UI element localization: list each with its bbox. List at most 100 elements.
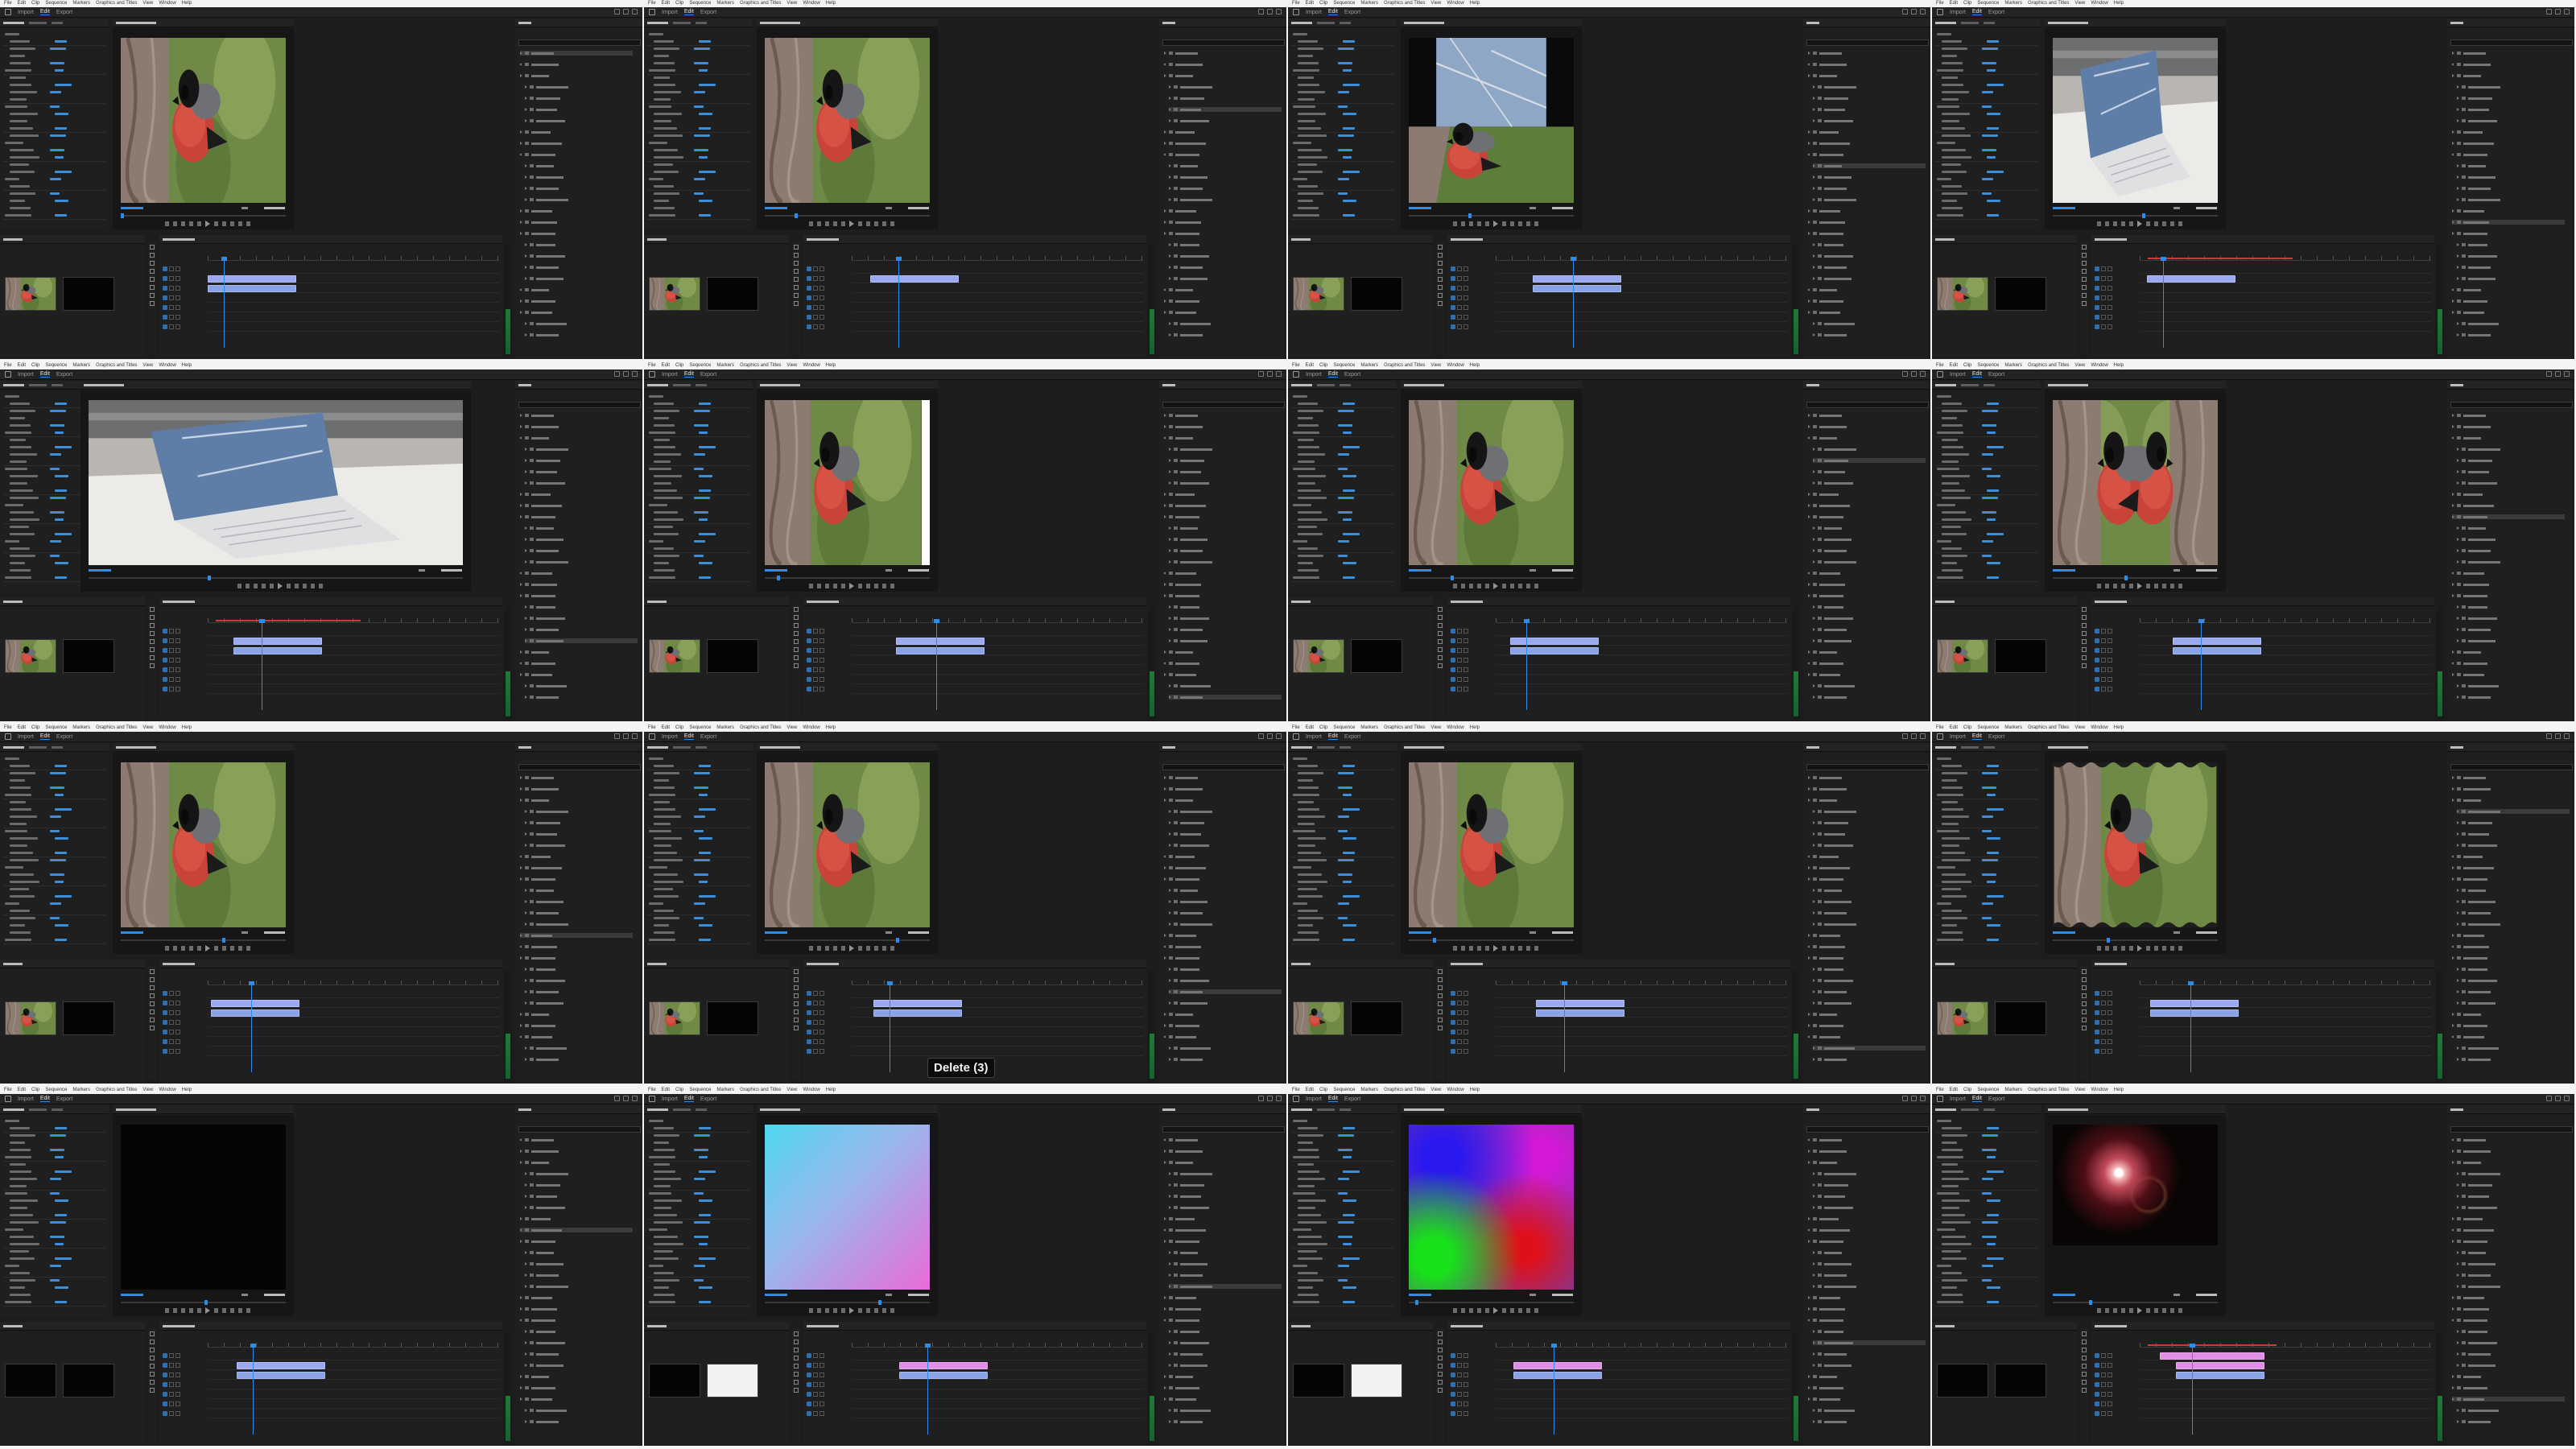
menu-window[interactable]: Window [159,0,175,7]
effects-list-item[interactable] [1169,559,1282,564]
disclosure-triangle-icon[interactable] [1808,209,1810,213]
effects-list-item[interactable] [525,265,638,270]
effects-list-item[interactable] [2457,922,2570,927]
effects-list-item[interactable] [1164,152,1277,157]
step-forward-button[interactable] [857,1308,862,1313]
progress-icon[interactable] [623,1096,629,1101]
disclosure-triangle-icon[interactable] [2457,968,2459,971]
disclosure-triangle-icon[interactable] [2457,1172,2459,1175]
video-frame[interactable] [1409,762,1574,927]
effects-search-input[interactable] [518,402,641,408]
effects-list-item[interactable] [520,514,633,519]
eye-icon[interactable] [2107,638,2112,643]
effects-list-item[interactable] [2457,1001,2570,1005]
tab-import[interactable]: Import [662,734,678,740]
disclosure-triangle-icon[interactable] [2452,52,2454,55]
eye-icon[interactable] [1463,658,1468,663]
menu-graphics-and-titles[interactable]: Graphics and Titles [96,724,137,732]
effects-list-item[interactable] [520,1295,633,1300]
effects-search-input[interactable] [2450,764,2573,770]
property-value[interactable] [1338,540,1349,543]
disclosure-triangle-icon[interactable] [1813,470,1815,473]
disclosure-triangle-icon[interactable] [1169,684,1171,687]
disclosure-triangle-icon[interactable] [1164,877,1166,881]
disclosure-triangle-icon[interactable] [2452,673,2454,676]
effects-list-item[interactable] [520,865,633,870]
eye-icon[interactable] [1463,1353,1468,1358]
ripple-tool-icon[interactable] [794,623,799,628]
project-thumbnail[interactable] [1995,277,2046,311]
disclosure-triangle-icon[interactable] [1164,493,1166,496]
disclosure-triangle-icon[interactable] [1813,97,1815,100]
sequence-tab[interactable] [163,1324,195,1327]
track-target-toggle[interactable] [2095,1049,2099,1054]
disclosure-triangle-icon[interactable] [2457,1251,2459,1254]
disclosure-triangle-icon[interactable] [1164,1024,1166,1027]
effects-list-item[interactable] [1813,1340,1926,1345]
disclosure-triangle-icon[interactable] [2452,1161,2454,1164]
ripple-tool-icon[interactable] [2082,985,2087,990]
panel-tab-2[interactable] [1340,383,1351,386]
fullscreen-icon[interactable] [1276,1096,1282,1101]
property-value[interactable] [694,1134,710,1137]
effects-list-item[interactable] [1169,332,1282,337]
panel-tab-1[interactable] [29,1108,47,1111]
property-value[interactable] [1982,1149,1996,1151]
timeline-ruler[interactable] [2140,618,2431,623]
razor-tool-icon[interactable] [1438,269,1443,274]
selection-tool-icon[interactable] [794,969,799,974]
disclosure-triangle-icon[interactable] [1808,1035,1810,1038]
menu-clip[interactable]: Clip [1319,0,1327,7]
overwrite-button[interactable] [881,221,886,226]
marker-button[interactable] [2096,584,2101,588]
property-value[interactable] [1343,431,1352,434]
property-value[interactable] [50,873,64,876]
project-thumbnail[interactable] [1293,1001,1344,1035]
property-value[interactable] [55,1199,68,1202]
property-value[interactable] [1982,830,1992,832]
menu-markers[interactable]: Markers [2004,1087,2022,1094]
property-value[interactable] [694,1279,704,1282]
disclosure-triangle-icon[interactable] [1164,572,1166,575]
track-select-tool-icon[interactable] [150,615,155,620]
disclosure-triangle-icon[interactable] [525,1001,527,1005]
disclosure-triangle-icon[interactable] [520,956,522,960]
disclosure-triangle-icon[interactable] [1813,1058,1815,1061]
disclosure-triangle-icon[interactable] [525,538,527,541]
track-target-toggle[interactable] [163,305,167,310]
effects-list-item[interactable] [1164,1318,1277,1323]
playhead[interactable] [2161,257,2166,348]
track-target-toggle[interactable] [163,1402,167,1406]
property-value[interactable] [1338,497,1354,499]
panel-tab-0[interactable] [3,383,24,386]
disclosure-triangle-icon[interactable] [1813,1251,1815,1254]
project-thumbnail[interactable] [1937,277,1988,311]
disclosure-triangle-icon[interactable] [525,990,527,993]
lock-icon[interactable] [2101,648,2106,653]
disclosure-triangle-icon[interactable] [2457,696,2459,699]
property-value[interactable] [1982,1134,1998,1137]
effects-search-input[interactable] [518,39,641,46]
effects-list-item[interactable] [1164,413,1277,418]
lock-icon[interactable] [2101,667,2106,672]
lock-icon[interactable] [169,638,174,643]
effects-list-item[interactable] [2452,51,2565,56]
disclosure-triangle-icon[interactable] [1808,1013,1810,1016]
menu-edit[interactable]: Edit [1306,1087,1314,1094]
disclosure-triangle-icon[interactable] [525,459,527,462]
disclosure-triangle-icon[interactable] [520,311,522,314]
disclosure-triangle-icon[interactable] [1169,617,1171,620]
project-thumbnail[interactable] [649,1001,700,1035]
disclosure-triangle-icon[interactable] [2457,639,2459,642]
effects-list-item[interactable] [2457,163,2570,168]
disclosure-triangle-icon[interactable] [2457,85,2459,89]
track-target-toggle[interactable] [1451,1030,1455,1034]
track-target-toggle[interactable] [807,677,811,682]
property-value[interactable] [694,1265,705,1267]
eye-icon[interactable] [1463,991,1468,996]
lock-icon[interactable] [1457,1392,1462,1397]
effects-list-item[interactable] [2457,1419,2570,1424]
eye-icon[interactable] [1463,305,1468,310]
effects-list-item[interactable] [1169,481,1282,485]
work-area-bar[interactable] [2148,258,2293,259]
